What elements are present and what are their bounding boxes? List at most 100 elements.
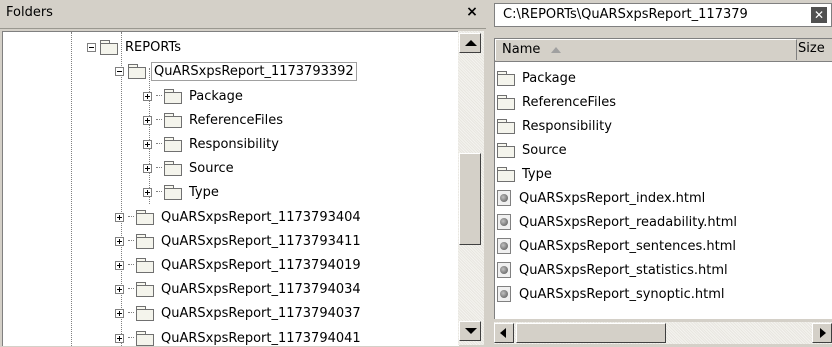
contents-pane: C:\REPORTs\QuARSxpsReport_117379 ✕ Name … xyxy=(490,0,832,347)
tree-node-responsibility[interactable]: Responsibility xyxy=(143,132,281,156)
expand-icon[interactable] xyxy=(143,163,152,173)
tree-node-label: QuARSxpsReport_1173793404 xyxy=(161,209,361,225)
folder-icon xyxy=(164,113,182,128)
tree-node-label: QuARSxpsReport_1173794019 xyxy=(161,257,361,273)
tree-node-report[interactable]: QuARSxpsReport_1173793404 xyxy=(115,205,363,229)
tree-node-package[interactable]: Package xyxy=(143,84,245,108)
folder-icon xyxy=(497,71,515,86)
expand-icon[interactable] xyxy=(115,284,124,294)
tree-node-selected-report[interactable]: QuARSxpsReport_1173793392 xyxy=(115,59,357,83)
folders-vertical-scrollbar[interactable] xyxy=(458,31,484,345)
list-item[interactable]: ReferenceFiles xyxy=(497,90,618,114)
file-name: Type xyxy=(522,166,552,182)
tree-node-reports[interactable]: REPORTs xyxy=(87,35,183,59)
tree-node-label: Source xyxy=(189,160,234,176)
scroll-left-button[interactable] xyxy=(494,323,514,343)
folder-icon xyxy=(136,234,154,249)
list-item[interactable]: QuARSxpsReport_readability.html xyxy=(497,210,739,234)
tree-node-report[interactable]: QuARSxpsReport_1173793411 xyxy=(115,229,363,253)
path-label: C:\REPORTs\QuARSxpsReport_117379 xyxy=(503,7,748,22)
close-folders-button[interactable]: × xyxy=(464,3,480,21)
tree-node-type[interactable]: Type xyxy=(143,180,221,204)
folder-icon xyxy=(136,210,154,225)
tree-node-referencefiles[interactable]: ReferenceFiles xyxy=(143,108,285,132)
folders-header: Folders × xyxy=(0,0,486,29)
files-horizontal-scrollbar[interactable] xyxy=(494,322,832,344)
scroll-thumb[interactable] xyxy=(459,153,481,245)
list-item[interactable]: QuARSxpsReport_sentences.html xyxy=(497,234,738,258)
column-header-row: Name Size xyxy=(495,39,832,62)
explorer-window: Folders × REPORTs QuARSxpsReport_1173793… xyxy=(0,0,832,347)
html-file-icon xyxy=(497,190,511,206)
expand-icon[interactable] xyxy=(143,187,152,197)
tree-node-label: Package xyxy=(189,88,243,104)
file-name: QuARSxpsReport_readability.html xyxy=(519,214,737,230)
file-name: QuARSxpsReport_synoptic.html xyxy=(519,286,725,302)
column-header-size[interactable]: Size xyxy=(798,41,825,56)
list-item[interactable]: QuARSxpsReport_synoptic.html xyxy=(497,282,726,306)
folder-icon xyxy=(497,143,515,158)
column-header-name[interactable]: Name xyxy=(495,39,797,60)
folder-icon xyxy=(164,137,182,152)
expand-icon[interactable] xyxy=(143,91,152,101)
tree-node-label: QuARSxpsReport_1173793392 xyxy=(151,61,357,81)
path-tab[interactable]: C:\REPORTs\QuARSxpsReport_117379 ✕ xyxy=(494,3,832,27)
folder-icon xyxy=(136,331,154,346)
tree-node-label: REPORTs xyxy=(125,39,181,55)
list-item[interactable]: QuARSxpsReport_statistics.html xyxy=(497,258,730,282)
folders-pane: Folders × REPORTs QuARSxpsReport_1173793… xyxy=(0,0,486,347)
folder-icon xyxy=(164,185,182,200)
scroll-down-button[interactable] xyxy=(459,321,481,341)
list-item[interactable]: Package xyxy=(497,66,578,90)
file-name: Source xyxy=(522,142,567,158)
html-file-icon xyxy=(497,286,511,302)
list-item[interactable]: Responsibility xyxy=(497,114,614,138)
expand-icon[interactable] xyxy=(115,260,124,270)
tree-node-label: QuARSxpsReport_1173794034 xyxy=(161,281,361,297)
tree-node-label: QuARSxpsReport_1173793411 xyxy=(161,233,361,249)
folder-icon xyxy=(164,89,182,104)
tree-node-report[interactable]: QuARSxpsReport_1173794019 xyxy=(115,253,363,277)
close-tab-button[interactable]: ✕ xyxy=(811,7,827,23)
arrow-up-icon xyxy=(465,40,477,46)
tree-node-report[interactable]: QuARSxpsReport_1173794041 xyxy=(115,326,363,346)
tree-connector xyxy=(71,32,72,346)
expand-icon[interactable] xyxy=(115,308,124,318)
scroll-up-button[interactable] xyxy=(459,33,481,53)
collapse-icon[interactable] xyxy=(87,42,96,52)
tree-node-label: QuARSxpsReport_1173794037 xyxy=(161,305,361,321)
folder-icon xyxy=(164,161,182,176)
file-name: QuARSxpsReport_statistics.html xyxy=(519,262,728,278)
file-name: Package xyxy=(522,70,576,86)
folder-icon xyxy=(136,306,154,321)
list-item[interactable]: QuARSxpsReport_index.html xyxy=(497,186,707,210)
tree-node-label: Responsibility xyxy=(189,136,279,152)
tree-node-label: ReferenceFiles xyxy=(189,112,283,128)
tree-node-report[interactable]: QuARSxpsReport_1173794034 xyxy=(115,277,363,301)
folder-icon xyxy=(497,119,515,134)
list-item[interactable]: Type xyxy=(497,162,554,186)
file-name: QuARSxpsReport_sentences.html xyxy=(519,238,736,254)
tree-node-label: QuARSxpsReport_1173794041 xyxy=(161,330,361,346)
arrow-down-icon xyxy=(465,328,477,334)
expand-icon[interactable] xyxy=(115,236,124,246)
scroll-thumb[interactable] xyxy=(516,323,666,343)
expand-icon[interactable] xyxy=(143,139,152,149)
tree-node-label: Type xyxy=(189,184,219,200)
tree-node-source[interactable]: Source xyxy=(143,156,236,180)
expand-icon[interactable] xyxy=(143,115,152,125)
scroll-right-button[interactable] xyxy=(812,323,832,343)
expand-icon[interactable] xyxy=(115,333,124,343)
folder-tree: REPORTs QuARSxpsReport_1173793392 Packag… xyxy=(2,31,459,346)
file-list: Name Size Package ReferenceFiles Respons… xyxy=(494,38,832,319)
folder-icon xyxy=(100,40,118,55)
html-file-icon xyxy=(497,214,511,230)
folder-icon xyxy=(497,95,515,110)
file-name: ReferenceFiles xyxy=(522,94,616,110)
list-item[interactable]: Source xyxy=(497,138,569,162)
file-name: QuARSxpsReport_index.html xyxy=(519,190,706,206)
collapse-icon[interactable] xyxy=(115,66,124,76)
expand-icon[interactable] xyxy=(115,212,124,222)
arrow-left-icon xyxy=(500,328,506,338)
tree-node-report[interactable]: QuARSxpsReport_1173794037 xyxy=(115,301,363,325)
